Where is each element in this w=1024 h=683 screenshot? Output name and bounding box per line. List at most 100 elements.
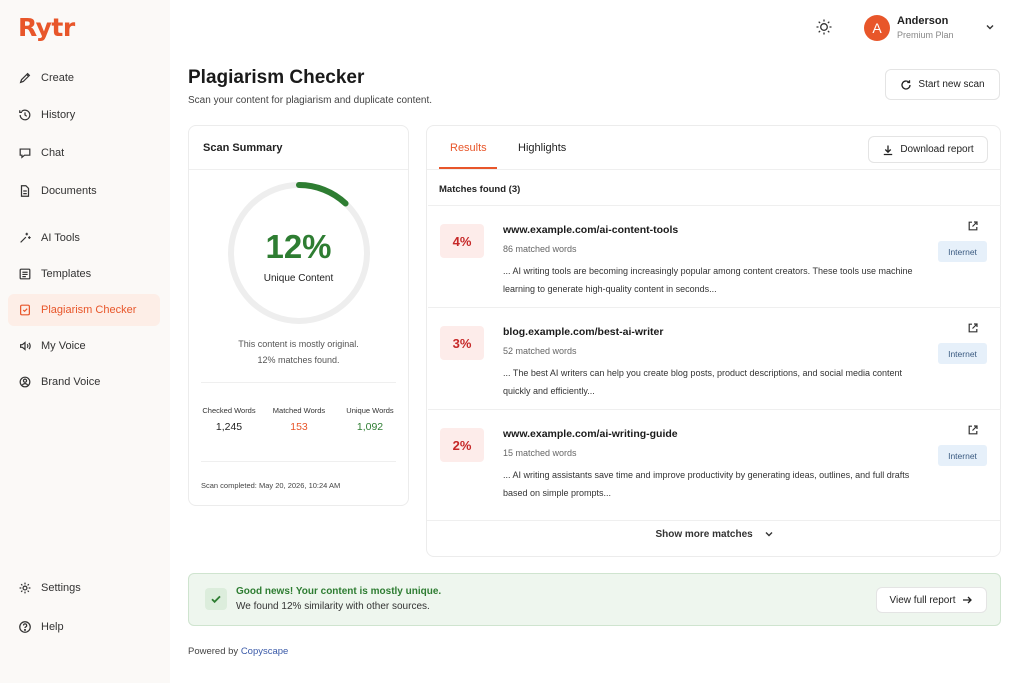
stat-checked-label: Checked Words	[202, 406, 256, 415]
sidebar-item-history[interactable]: History	[8, 99, 160, 131]
user-plan: Premium Plan	[897, 30, 954, 40]
sidebar-item-label: Brand Voice	[41, 376, 101, 388]
matches-found-count: Matches found (3)	[439, 184, 521, 195]
sidebar: Rytr Create History Chat Documents AI To…	[0, 0, 170, 683]
page-subtitle: Scan your content for plagiarism and dup…	[188, 95, 433, 106]
sun-icon[interactable]	[815, 18, 833, 36]
sidebar-item-label: Documents	[41, 185, 97, 197]
sidebar-item-plagiarism-checker[interactable]: Plagiarism Checker	[8, 294, 160, 326]
source-badge: Internet	[938, 445, 987, 466]
sidebar-item-settings[interactable]: Settings	[8, 572, 160, 604]
brand-icon	[19, 376, 31, 388]
chevron-down-icon[interactable]	[985, 22, 995, 32]
match-word-count: 15 matched words	[503, 448, 577, 458]
match-url[interactable]: blog.example.com/best-ai-writer	[503, 326, 663, 338]
divider	[201, 382, 396, 383]
help-icon	[19, 621, 31, 633]
match-percent: 4%	[440, 224, 484, 258]
match-item[interactable]: 3% blog.example.com/best-ai-writer 52 ma…	[428, 307, 1001, 409]
download-report-label: Download report	[900, 144, 974, 155]
arrow-right-icon	[963, 596, 973, 604]
download-report-button[interactable]: Download report	[868, 136, 988, 163]
pencil-icon	[19, 72, 31, 84]
check-icon	[205, 588, 227, 610]
unique-content-label: Unique Content	[263, 273, 334, 284]
show-more-label: Show more matches	[655, 529, 753, 540]
gear-icon	[19, 582, 31, 594]
sidebar-item-label: Chat	[41, 147, 65, 159]
match-percent: 3%	[440, 326, 484, 360]
template-icon	[19, 268, 31, 280]
sidebar-item-help[interactable]: Help	[8, 611, 160, 643]
stat-matched-value: 153	[290, 421, 308, 433]
chevron-down-icon	[765, 532, 773, 537]
powered-by: Powered by Copyscape	[188, 646, 288, 657]
match-url[interactable]: www.example.com/ai-writing-guide	[503, 428, 678, 440]
external-link-icon[interactable]	[967, 424, 979, 436]
match-word-count: 52 matched words	[503, 346, 577, 356]
divider	[427, 520, 1000, 521]
sidebar-item-label: My Voice	[41, 340, 86, 352]
show-more-matches-button[interactable]: Show more matches	[427, 529, 1002, 540]
sidebar-item-documents[interactable]: Documents	[8, 175, 160, 207]
scan-completed-time: Scan completed: May 20, 2026, 10:24 AM	[201, 481, 341, 490]
match-snippet: ... AI writing assistants save time and …	[503, 470, 910, 498]
source-badge: Internet	[938, 343, 987, 364]
sidebar-item-ai-tools[interactable]: AI Tools	[8, 222, 160, 254]
sidebar-item-label: Plagiarism Checker	[41, 304, 137, 316]
sidebar-item-label: Templates	[41, 268, 92, 280]
sidebar-item-label: Settings	[41, 582, 81, 594]
sidebar-item-my-voice[interactable]: My Voice	[8, 330, 160, 362]
results-card: Results Highlights Download report Match…	[426, 125, 1001, 557]
tab-highlights[interactable]: Highlights	[518, 142, 566, 154]
divider	[427, 169, 1000, 170]
download-icon	[884, 145, 893, 155]
scan-summary-card: Scan Summary 12% Unique Content This con…	[188, 125, 409, 506]
sidebar-item-label: Create	[41, 72, 75, 84]
avatar[interactable]: A	[864, 15, 890, 41]
plagiarism-icon	[20, 304, 30, 316]
summary-note-line1: This content is mostly original.	[238, 339, 359, 349]
chat-icon	[19, 148, 31, 159]
scan-summary-title: Scan Summary	[203, 142, 283, 154]
stat-unique-value: 1,092	[356, 421, 384, 433]
divider	[201, 461, 396, 462]
view-full-report-button[interactable]: View full report	[876, 587, 987, 613]
match-item[interactable]: 2% www.example.com/ai-writing-guide 15 m…	[428, 409, 1001, 511]
document-icon	[20, 185, 30, 197]
refresh-icon	[901, 79, 912, 90]
view-full-report-label: View full report	[889, 594, 956, 606]
external-link-icon[interactable]	[967, 322, 979, 334]
voice-icon	[20, 341, 31, 351]
stat-matched-label: Matched Words	[272, 406, 326, 415]
match-snippet: ... The best AI writers can help you cre…	[503, 368, 903, 396]
start-new-scan-label: Start new scan	[918, 79, 985, 90]
summary-note-line2: 12% matches found.	[257, 355, 340, 365]
app-logo[interactable]: Rytr	[18, 13, 75, 42]
sidebar-item-templates[interactable]: Templates	[8, 258, 160, 290]
banner-subtitle: We found 12% similarity with other sourc…	[236, 601, 430, 612]
unique-percent: 12%	[265, 228, 332, 265]
external-link-icon[interactable]	[967, 220, 979, 232]
history-icon	[19, 109, 31, 121]
banner-title: Good news! Your content is mostly unique…	[236, 586, 442, 597]
tab-results[interactable]: Results	[450, 142, 487, 154]
page-title: Plagiarism Checker	[188, 67, 365, 88]
stat-unique-label: Unique Words	[346, 406, 394, 415]
match-url[interactable]: www.example.com/ai-content-tools	[503, 224, 678, 236]
divider	[189, 169, 408, 170]
user-name[interactable]: Anderson	[897, 15, 948, 27]
sidebar-item-chat[interactable]: Chat	[8, 137, 160, 169]
sparkle-icon	[20, 232, 31, 243]
sidebar-item-label: History	[41, 109, 76, 121]
match-percent: 2%	[440, 428, 484, 462]
match-item[interactable]: 4% www.example.com/ai-content-tools 86 m…	[428, 205, 1001, 307]
source-badge: Internet	[938, 241, 987, 262]
start-new-scan-button[interactable]: Start new scan	[885, 69, 1000, 100]
copyscape-link[interactable]: Copyscape	[241, 646, 289, 657]
sidebar-item-brand-voice[interactable]: Brand Voice	[8, 366, 160, 398]
match-word-count: 86 matched words	[503, 244, 577, 254]
success-banner: Good news! Your content is mostly unique…	[188, 573, 1001, 626]
sidebar-item-create[interactable]: Create	[8, 62, 160, 94]
stat-checked-value: 1,245	[215, 421, 243, 433]
